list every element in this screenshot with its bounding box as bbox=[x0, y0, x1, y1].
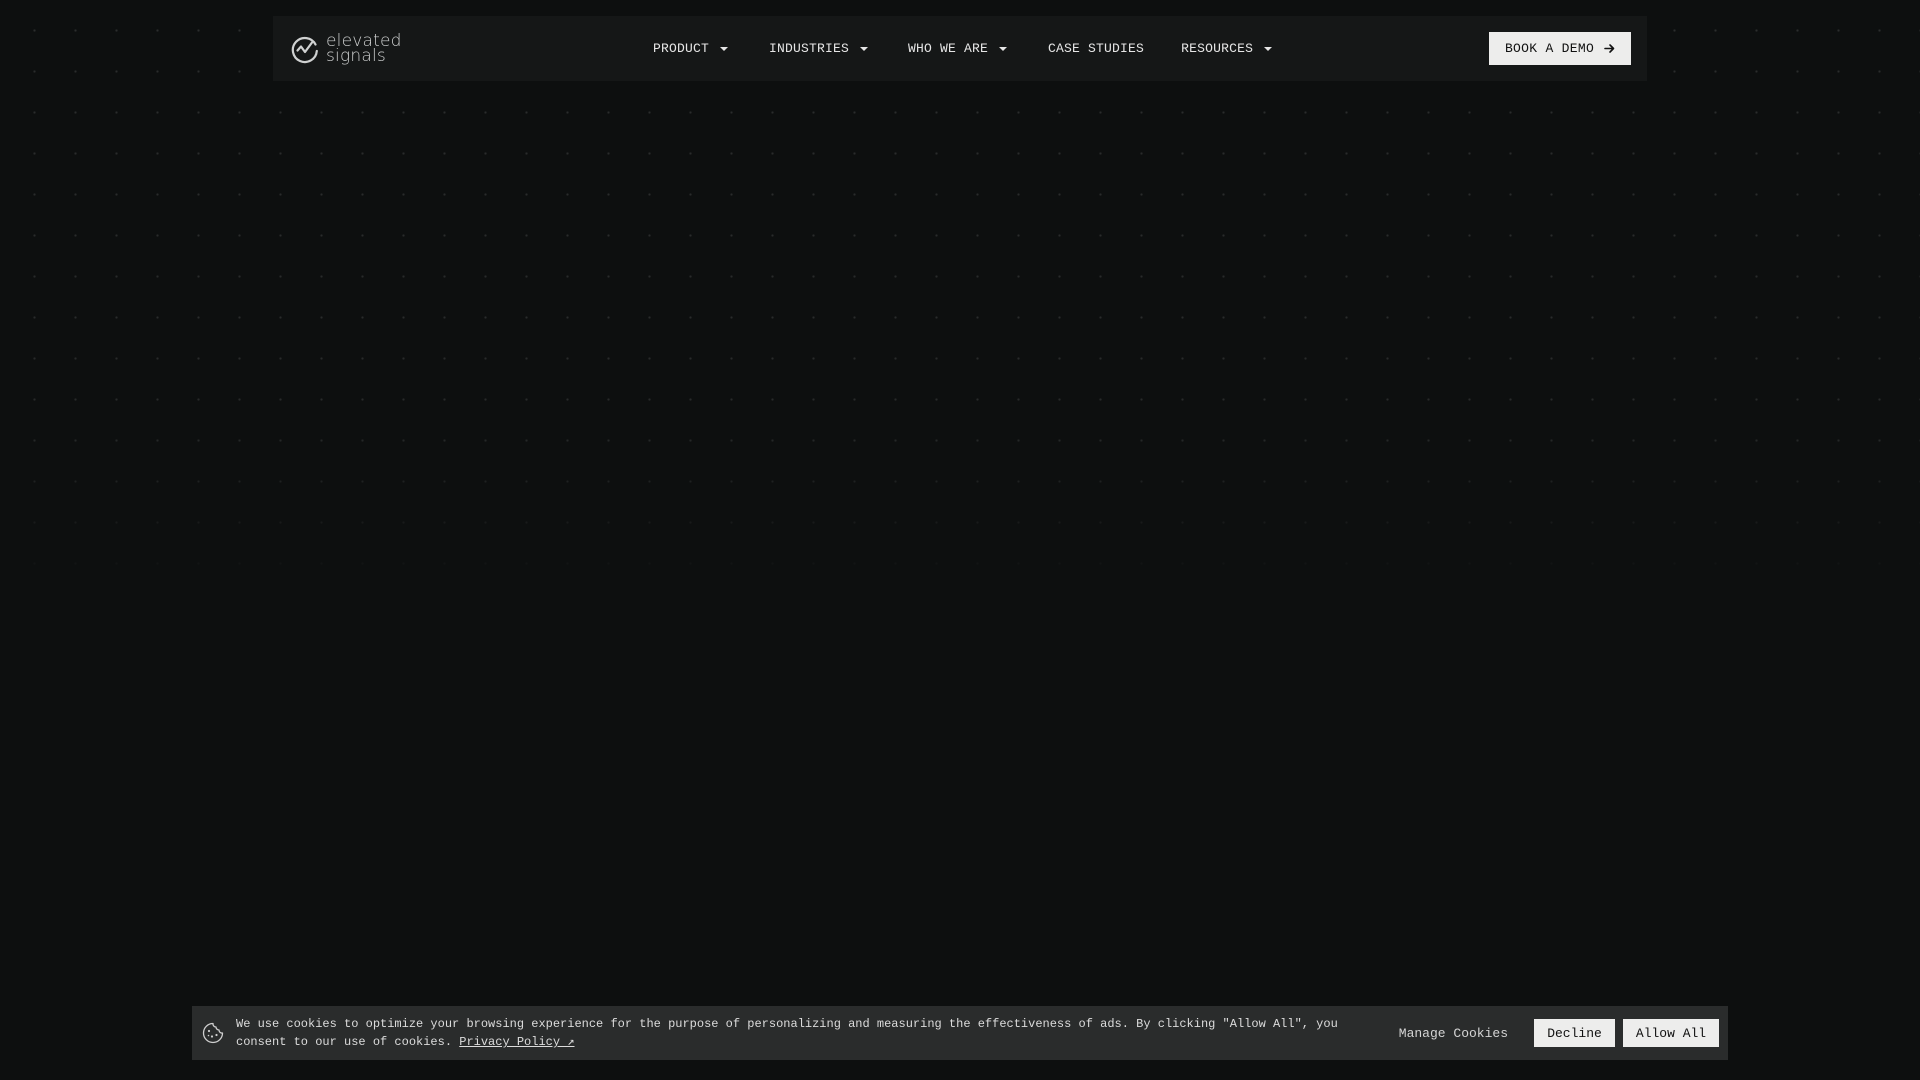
manage-cookies-button[interactable]: Manage Cookies bbox=[1399, 1026, 1508, 1041]
dot-grid-background bbox=[0, 0, 1920, 600]
book-demo-button[interactable]: BOOK A DEMO bbox=[1489, 32, 1631, 65]
nav-item-case-studies[interactable]: CASE STUDIES bbox=[1048, 41, 1144, 56]
arrow-right-icon bbox=[1604, 44, 1615, 53]
caret-down-icon bbox=[999, 46, 1008, 51]
brand-logo[interactable]: elevated signals bbox=[290, 29, 402, 69]
book-demo-label: BOOK A DEMO bbox=[1504, 41, 1595, 56]
page: elevated signals PRODUCT INDUSTRIES WHO … bbox=[0, 0, 1920, 1080]
nav-item-resources[interactable]: RESOURCES bbox=[1181, 41, 1273, 56]
nav-item-industries[interactable]: INDUSTRIES bbox=[769, 41, 869, 56]
cookie-banner: We use cookies to optimize your browsing… bbox=[192, 1006, 1728, 1060]
caret-down-icon bbox=[1264, 46, 1273, 51]
privacy-policy-link[interactable]: Privacy Policy ↗ bbox=[459, 1035, 574, 1049]
nav-item-label: CASE STUDIES bbox=[1048, 41, 1145, 56]
nav-item-label: RESOURCES bbox=[1181, 41, 1254, 56]
top-nav: elevated signals PRODUCT INDUSTRIES WHO … bbox=[273, 16, 1647, 81]
signal-check-icon bbox=[291, 36, 318, 63]
nav-item-label: PRODUCT bbox=[653, 41, 710, 56]
nav-item-who-we-are[interactable]: WHO WE ARE bbox=[908, 41, 1008, 56]
nav-links: PRODUCT INDUSTRIES WHO WE ARE CASE STUDI… bbox=[653, 16, 1273, 81]
nav-item-label: WHO WE ARE bbox=[908, 41, 989, 56]
allow-all-button[interactable]: Allow All bbox=[1623, 1019, 1719, 1047]
caret-down-icon bbox=[860, 46, 869, 51]
cookie-message-text: We use cookies to optimize your browsing… bbox=[236, 1017, 1338, 1049]
caret-down-icon bbox=[720, 46, 729, 51]
cookie-actions: Manage Cookies Decline Allow All bbox=[1399, 1019, 1719, 1047]
nav-item-product[interactable]: PRODUCT bbox=[653, 41, 729, 56]
brand-wordmark: elevated signals bbox=[326, 32, 402, 66]
brand-line-2: signals bbox=[326, 45, 386, 66]
cookie-icon bbox=[202, 1022, 224, 1044]
nav-item-label: INDUSTRIES bbox=[769, 41, 850, 56]
decline-button[interactable]: Decline bbox=[1534, 1019, 1615, 1047]
cookie-message: We use cookies to optimize your browsing… bbox=[236, 1015, 1386, 1051]
